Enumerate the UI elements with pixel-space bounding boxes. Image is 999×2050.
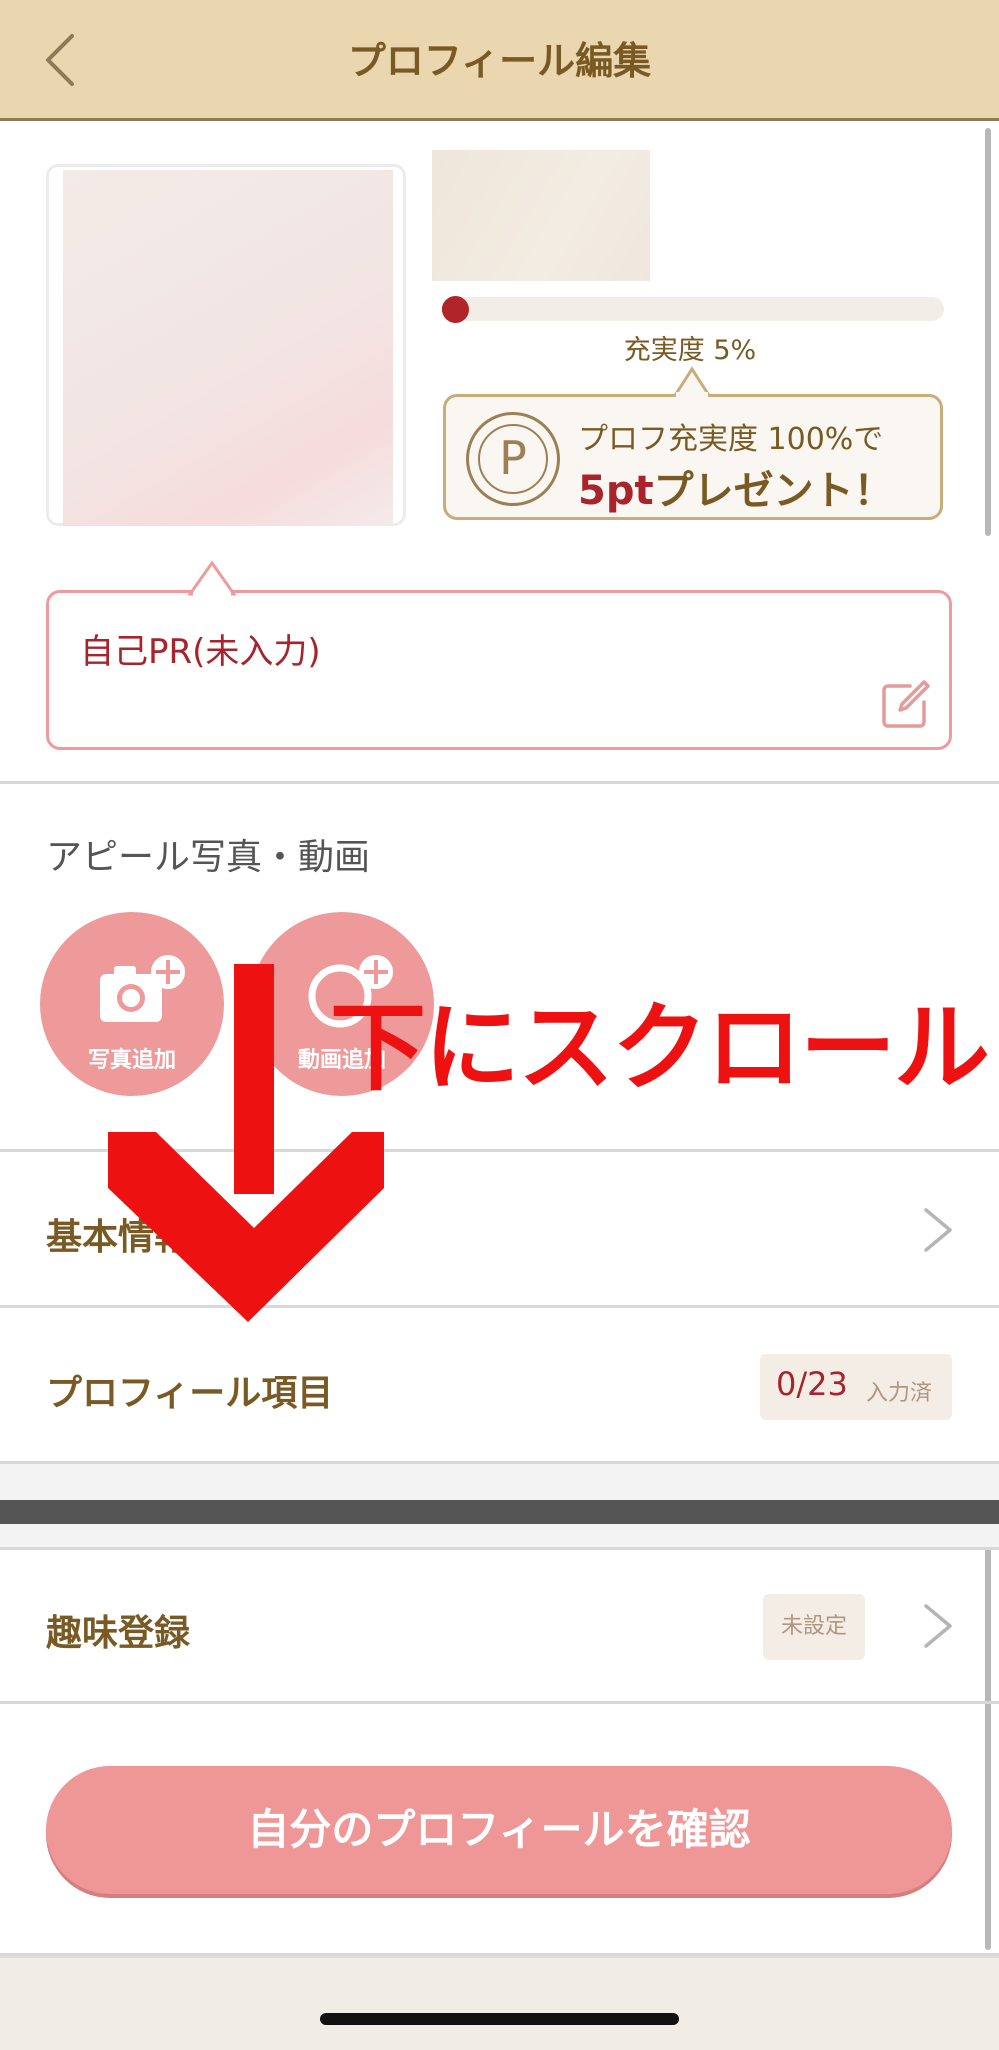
screenshot-separator [0, 1500, 999, 1524]
hobby-status-badge: 未設定 [763, 1594, 865, 1660]
completion-progress-dot [442, 296, 469, 323]
appeal-section-label: アピール写真・動画 [46, 837, 371, 878]
bottom-safe-area [0, 1956, 999, 2050]
self-pr-bubble-tail [188, 560, 236, 596]
chevron-right-icon [924, 1604, 952, 1648]
reward-present-text: プレゼント！ [653, 468, 894, 514]
back-button[interactable] [38, 30, 84, 90]
reward-text: プロフ充実度 100%で [578, 422, 884, 457]
scrollbar-top[interactable] [985, 128, 991, 536]
reward-tail-cover [676, 392, 708, 398]
reward-points: 5pt [578, 468, 654, 514]
completion-progress-track [442, 297, 944, 321]
point-coin-symbol: P [478, 424, 548, 494]
scroll-hint-text: 下にスクロール [330, 992, 990, 1104]
self-pr-text: 自己PR(未入力) [80, 632, 321, 672]
view-my-profile-button[interactable]: 自分のプロフィールを確認 [46, 1766, 952, 1894]
section-gap [0, 1524, 999, 1548]
divider [0, 1701, 999, 1704]
edit-icon[interactable] [880, 678, 932, 730]
name-placeholder [432, 150, 650, 281]
chevron-left-icon [46, 34, 74, 86]
completion-text: 充実度 5% [623, 335, 757, 366]
profile-items-label: プロフィール項目 [46, 1373, 334, 1414]
divider [0, 781, 999, 784]
section-gap [0, 1464, 999, 1500]
profile-items-count: 0/23 [776, 1365, 848, 1403]
profile-photo[interactable] [63, 170, 393, 526]
hobby-label: 趣味登録 [46, 1613, 191, 1654]
chevron-right-icon [924, 1208, 952, 1252]
page-title: プロフィール編集 [347, 39, 652, 83]
reward-headline: 5ptプレゼント！ [578, 458, 894, 516]
profile-items-count-suffix: 入力済 [866, 1381, 933, 1406]
home-indicator[interactable] [320, 2013, 679, 2025]
